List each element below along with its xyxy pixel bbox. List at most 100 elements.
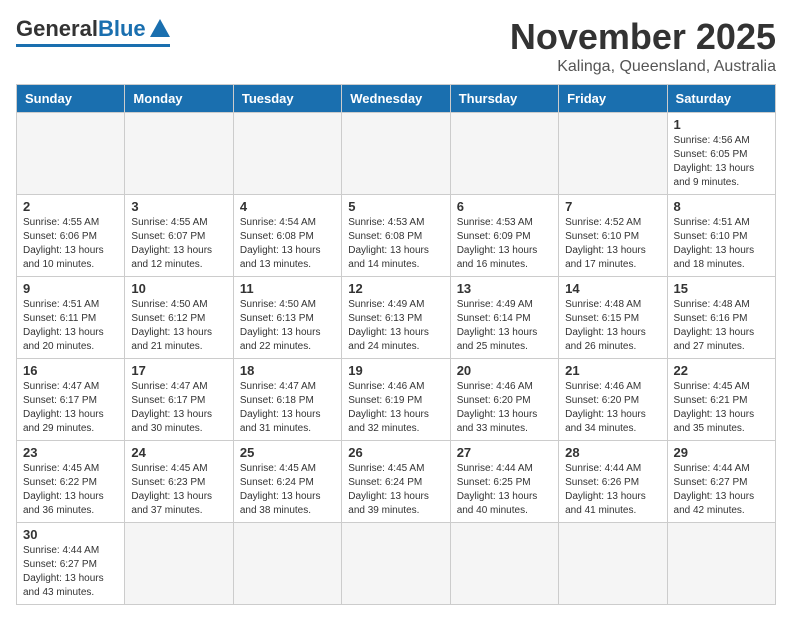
calendar-cell: 30Sunrise: 4:44 AM Sunset: 6:27 PM Dayli… — [17, 523, 125, 605]
cell-sun-info: Sunrise: 4:54 AM Sunset: 6:08 PM Dayligh… — [240, 216, 335, 272]
date-number: 14 — [565, 281, 660, 296]
calendar-cell: 14Sunrise: 4:48 AM Sunset: 6:15 PM Dayli… — [559, 277, 667, 359]
cell-sun-info: Sunrise: 4:44 AM Sunset: 6:25 PM Dayligh… — [457, 462, 552, 518]
calendar-cell — [342, 523, 450, 605]
date-number: 28 — [565, 445, 660, 460]
cell-sun-info: Sunrise: 4:45 AM Sunset: 6:24 PM Dayligh… — [240, 462, 335, 518]
location-title: Kalinga, Queensland, Australia — [510, 58, 776, 76]
date-number: 8 — [674, 199, 769, 214]
date-number: 25 — [240, 445, 335, 460]
calendar-cell: 4 Sunrise: 4:54 AM Sunset: 6:08 PM Daylig… — [233, 195, 341, 277]
day-header-saturday: Saturday — [667, 85, 775, 113]
cell-sun-info: Sunrise: 4:45 AM Sunset: 6:22 PM Dayligh… — [23, 462, 118, 518]
calendar-cell: 16 Sunrise: 4:47 AM Sunset: 6:17 PM Dayli… — [17, 359, 125, 441]
date-number: 10 — [131, 281, 226, 296]
calendar-cell — [125, 113, 233, 195]
calendar-cell — [667, 523, 775, 605]
calendar-cell: 15Sunrise: 4:48 AM Sunset: 6:16 PM Dayli… — [667, 277, 775, 359]
date-number: 6 — [457, 199, 552, 214]
calendar-cell: 9Sunrise: 4:51 AM Sunset: 6:11 PM Daylig… — [17, 277, 125, 359]
calendar-cell — [559, 523, 667, 605]
cell-sun-info: Sunrise: 4:47 AM Sunset: 6:18 PM Dayligh… — [240, 380, 335, 436]
date-number: 24 — [131, 445, 226, 460]
calendar-cell — [450, 523, 558, 605]
cell-sun-info: Sunrise: 4:48 AM Sunset: 6:16 PM Dayligh… — [674, 298, 769, 354]
calendar-cell: 13 Sunrise: 4:49 AM Sunset: 6:14 PM Dayli… — [450, 277, 558, 359]
calendar-cell: 22 Sunrise: 4:45 AM Sunset: 6:21 PM Dayli… — [667, 359, 775, 441]
day-header-thursday: Thursday — [450, 85, 558, 113]
logo-blue-text: Blue — [98, 16, 146, 42]
cell-sun-info: Sunrise: 4:55 AM Sunset: 6:07 PM Dayligh… — [131, 216, 226, 272]
calendar-cell: 21Sunrise: 4:46 AM Sunset: 6:20 PM Dayli… — [559, 359, 667, 441]
cell-sun-info: Sunrise: 4:49 AM Sunset: 6:14 PM Dayligh… — [457, 298, 552, 354]
calendar-week-row: 9Sunrise: 4:51 AM Sunset: 6:11 PM Daylig… — [17, 277, 776, 359]
calendar-cell: 7 Sunrise: 4:52 AM Sunset: 6:10 PM Daylig… — [559, 195, 667, 277]
page-header: General Blue November 2025 Kalinga, Quee… — [16, 16, 776, 76]
calendar-cell — [559, 113, 667, 195]
cell-sun-info: Sunrise: 4:53 AM Sunset: 6:09 PM Dayligh… — [457, 216, 552, 272]
cell-sun-info: Sunrise: 4:45 AM Sunset: 6:24 PM Dayligh… — [348, 462, 443, 518]
cell-sun-info: Sunrise: 4:50 AM Sunset: 6:13 PM Dayligh… — [240, 298, 335, 354]
cell-sun-info: Sunrise: 4:52 AM Sunset: 6:10 PM Dayligh… — [565, 216, 660, 272]
calendar-cell: 28Sunrise: 4:44 AM Sunset: 6:26 PM Dayli… — [559, 441, 667, 523]
calendar-cell — [342, 113, 450, 195]
cell-sun-info: Sunrise: 4:51 AM Sunset: 6:10 PM Dayligh… — [674, 216, 769, 272]
date-number: 2 — [23, 199, 118, 214]
calendar-table: SundayMondayTuesdayWednesdayThursdayFrid… — [16, 84, 776, 605]
calendar-cell — [17, 113, 125, 195]
cell-sun-info: Sunrise: 4:49 AM Sunset: 6:13 PM Dayligh… — [348, 298, 443, 354]
date-number: 9 — [23, 281, 118, 296]
date-number: 19 — [348, 363, 443, 378]
date-number: 26 — [348, 445, 443, 460]
date-number: 29 — [674, 445, 769, 460]
date-number: 5 — [348, 199, 443, 214]
calendar-cell: 19 Sunrise: 4:46 AM Sunset: 6:19 PM Dayli… — [342, 359, 450, 441]
calendar-cell: 5 Sunrise: 4:53 AM Sunset: 6:08 PM Daylig… — [342, 195, 450, 277]
cell-sun-info: Sunrise: 4:45 AM Sunset: 6:21 PM Dayligh… — [674, 380, 769, 436]
date-number: 1 — [674, 117, 769, 132]
date-number: 23 — [23, 445, 118, 460]
calendar-cell: 20 Sunrise: 4:46 AM Sunset: 6:20 PM Dayli… — [450, 359, 558, 441]
date-number: 13 — [457, 281, 552, 296]
day-header-wednesday: Wednesday — [342, 85, 450, 113]
logo-general-text: General — [16, 16, 98, 42]
date-number: 20 — [457, 363, 552, 378]
calendar-week-row: 23 Sunrise: 4:45 AM Sunset: 6:22 PM Dayli… — [17, 441, 776, 523]
date-number: 30 — [23, 527, 118, 542]
calendar-cell: 6 Sunrise: 4:53 AM Sunset: 6:09 PM Daylig… — [450, 195, 558, 277]
cell-sun-info: Sunrise: 4:47 AM Sunset: 6:17 PM Dayligh… — [23, 380, 118, 436]
calendar-cell: 27 Sunrise: 4:44 AM Sunset: 6:25 PM Dayli… — [450, 441, 558, 523]
calendar-cell: 3 Sunrise: 4:55 AM Sunset: 6:07 PM Daylig… — [125, 195, 233, 277]
title-section: November 2025 Kalinga, Queensland, Austr… — [510, 16, 776, 76]
calendar-cell: 24Sunrise: 4:45 AM Sunset: 6:23 PM Dayli… — [125, 441, 233, 523]
cell-sun-info: Sunrise: 4:46 AM Sunset: 6:20 PM Dayligh… — [457, 380, 552, 436]
date-number: 4 — [240, 199, 335, 214]
calendar-cell: 1Sunrise: 4:56 AM Sunset: 6:05 PM Daylig… — [667, 113, 775, 195]
day-header-monday: Monday — [125, 85, 233, 113]
calendar-header-row: SundayMondayTuesdayWednesdayThursdayFrid… — [17, 85, 776, 113]
cell-sun-info: Sunrise: 4:47 AM Sunset: 6:17 PM Dayligh… — [131, 380, 226, 436]
date-number: 3 — [131, 199, 226, 214]
cell-sun-info: Sunrise: 4:44 AM Sunset: 6:27 PM Dayligh… — [674, 462, 769, 518]
date-number: 16 — [23, 363, 118, 378]
date-number: 7 — [565, 199, 660, 214]
calendar-cell — [233, 523, 341, 605]
calendar-cell: 12Sunrise: 4:49 AM Sunset: 6:13 PM Dayli… — [342, 277, 450, 359]
calendar-cell: 25 Sunrise: 4:45 AM Sunset: 6:24 PM Dayli… — [233, 441, 341, 523]
calendar-cell — [233, 113, 341, 195]
date-number: 22 — [674, 363, 769, 378]
calendar-cell: 11 Sunrise: 4:50 AM Sunset: 6:13 PM Dayli… — [233, 277, 341, 359]
calendar-cell — [125, 523, 233, 605]
calendar-week-row: 30Sunrise: 4:44 AM Sunset: 6:27 PM Dayli… — [17, 523, 776, 605]
cell-sun-info: Sunrise: 4:53 AM Sunset: 6:08 PM Dayligh… — [348, 216, 443, 272]
calendar-week-row: 16 Sunrise: 4:47 AM Sunset: 6:17 PM Dayli… — [17, 359, 776, 441]
date-number: 27 — [457, 445, 552, 460]
calendar-cell: 17Sunrise: 4:47 AM Sunset: 6:17 PM Dayli… — [125, 359, 233, 441]
month-title: November 2025 — [510, 16, 776, 58]
logo-underline — [16, 44, 170, 47]
calendar-cell: 2Sunrise: 4:55 AM Sunset: 6:06 PM Daylig… — [17, 195, 125, 277]
cell-sun-info: Sunrise: 4:46 AM Sunset: 6:19 PM Dayligh… — [348, 380, 443, 436]
date-number: 21 — [565, 363, 660, 378]
calendar-cell: 26 Sunrise: 4:45 AM Sunset: 6:24 PM Dayli… — [342, 441, 450, 523]
date-number: 11 — [240, 281, 335, 296]
